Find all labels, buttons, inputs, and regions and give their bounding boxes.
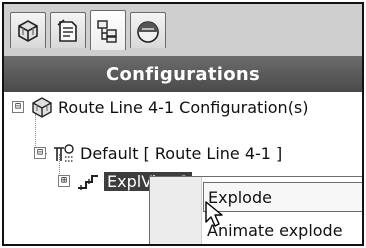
collapse-toggle[interactable]: ⊟ xyxy=(34,147,46,159)
collapse-toggle[interactable]: ⊟ xyxy=(12,101,24,113)
assembly-configurations-icon xyxy=(30,96,54,118)
tab-display-manager[interactable] xyxy=(130,12,166,48)
tree-node-root[interactable]: ⊟ Route Line 4-1 Configuration(s) xyxy=(12,95,309,119)
tree-node-label: Default [ Route Line 4-1 ] xyxy=(80,143,283,163)
display-manager-icon xyxy=(137,20,159,43)
property-manager-icon xyxy=(57,18,77,42)
configuration-icon xyxy=(52,142,76,164)
mouse-cursor-icon xyxy=(205,201,223,227)
exploded-view-icon xyxy=(76,170,100,192)
manager-tab-bar xyxy=(4,4,362,56)
context-menu: Explode Animate explode xyxy=(149,176,362,244)
menu-item-label: Animate explode xyxy=(207,220,343,240)
panel-title: Configurations xyxy=(4,56,362,92)
tree-node-label: Route Line 4-1 Configuration(s) xyxy=(58,97,309,117)
configuration-panel: Configurations ⊟ Route Line 4-1 Configur… xyxy=(2,2,364,246)
tab-configuration-manager[interactable] xyxy=(90,10,126,50)
tab-property-manager[interactable] xyxy=(50,12,86,48)
context-menu-icon-strip xyxy=(150,177,202,244)
menu-item-animate-explode[interactable]: Animate explode xyxy=(203,215,362,244)
menu-item-explode[interactable]: Explode xyxy=(203,182,362,212)
tab-feature-manager[interactable] xyxy=(10,12,46,48)
configuration-manager-icon xyxy=(97,19,117,43)
expand-toggle[interactable]: ⊞ xyxy=(58,175,70,187)
tree-node-default-config[interactable]: ⊟ Default [ Route Line 4-1 ] xyxy=(34,141,282,165)
feature-manager-icon xyxy=(18,19,38,42)
